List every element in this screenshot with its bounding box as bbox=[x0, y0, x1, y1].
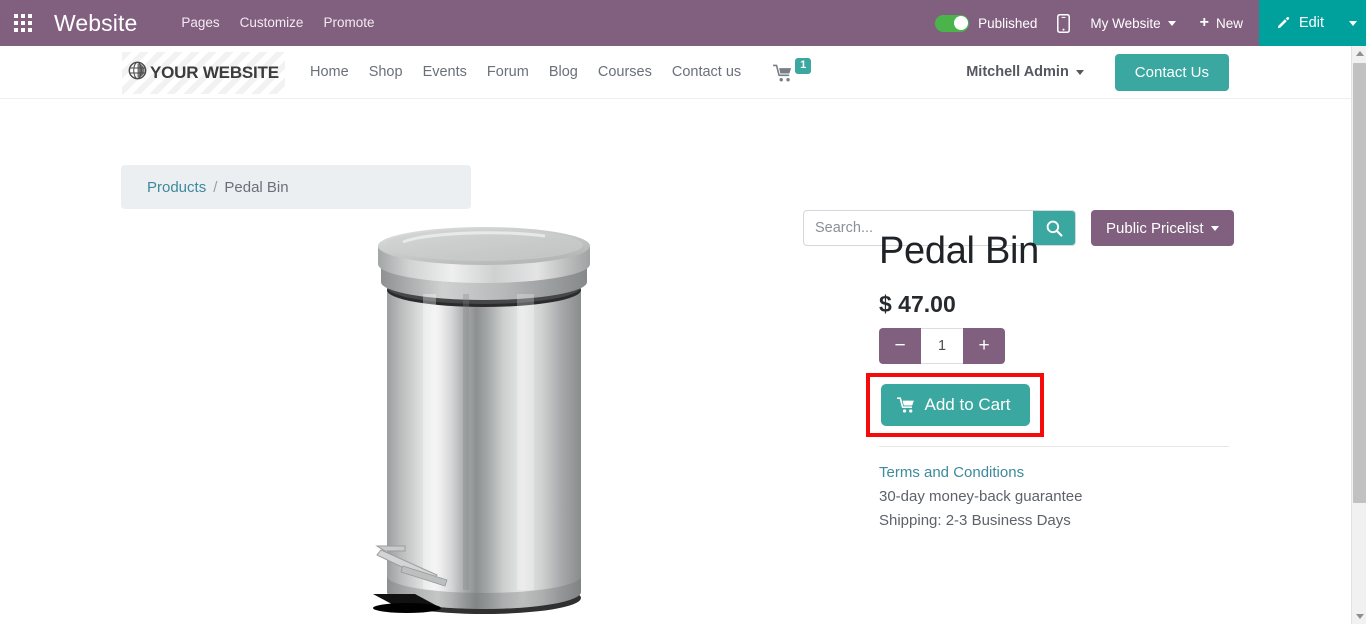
add-to-cart-highlight-box: Add to Cart bbox=[866, 373, 1044, 437]
site-main-menu: Home Shop Events Forum Blog Courses Cont… bbox=[300, 57, 812, 83]
website-preview-frame: YOUR WEBSITE Home Shop Events Forum Blog… bbox=[0, 46, 1351, 624]
shipping-info-text: Shipping: 2-3 Business Days bbox=[879, 512, 1071, 529]
nav-item-blog[interactable]: Blog bbox=[539, 64, 588, 80]
site-logo-text: YOUR WEBSITE bbox=[150, 63, 279, 82]
published-label: Published bbox=[978, 15, 1038, 31]
mobile-phone-icon bbox=[1057, 13, 1071, 33]
contact-us-button[interactable]: Contact Us bbox=[1114, 53, 1229, 91]
nav-item-events[interactable]: Events bbox=[413, 64, 477, 80]
publish-switch-icon bbox=[935, 14, 970, 32]
search-icon bbox=[1046, 220, 1063, 237]
quantity-increment-button[interactable]: + bbox=[963, 328, 1005, 364]
website-selector[interactable]: My Website bbox=[1084, 16, 1181, 31]
user-menu-label: Mitchell Admin bbox=[966, 64, 1069, 80]
navbar-right-group: Mitchell Admin Contact Us bbox=[966, 53, 1229, 91]
cart-link[interactable]: 1 bbox=[773, 57, 812, 83]
shopping-cart-icon bbox=[896, 396, 916, 414]
topbar-right-group: Published My Website + New Edit bbox=[925, 0, 1366, 46]
product-price: $ 47.00 bbox=[879, 291, 956, 317]
website-navbar: YOUR WEBSITE Home Shop Events Forum Blog… bbox=[0, 46, 1351, 99]
product-title: Pedal Bin bbox=[879, 230, 1039, 272]
edit-button[interactable]: Edit bbox=[1259, 0, 1340, 46]
product-page-body: Products / Pedal Bin Public Pricelist bbox=[0, 99, 1351, 614]
pedal-bin-illustration bbox=[373, 227, 590, 614]
scroll-up-arrow-icon[interactable] bbox=[1352, 46, 1366, 61]
edit-dropdown-toggle[interactable] bbox=[1340, 0, 1366, 46]
user-menu[interactable]: Mitchell Admin bbox=[966, 64, 1084, 80]
pencil-icon bbox=[1276, 16, 1291, 31]
money-back-guarantee-text: 30-day money-back guarantee bbox=[879, 488, 1083, 505]
plus-icon: + bbox=[1199, 14, 1209, 31]
nav-item-shop[interactable]: Shop bbox=[359, 64, 413, 80]
breadcrumb: Products / Pedal Bin bbox=[121, 165, 471, 209]
vertical-scrollbar[interactable] bbox=[1351, 46, 1366, 624]
topbar-menu-customize[interactable]: Customize bbox=[230, 0, 314, 46]
breadcrumb-separator: / bbox=[213, 178, 218, 196]
app-name-website[interactable]: Website bbox=[54, 10, 137, 37]
chevron-down-icon bbox=[1210, 225, 1219, 231]
quantity-decrement-button[interactable]: − bbox=[879, 328, 921, 364]
website-selector-label: My Website bbox=[1090, 15, 1161, 31]
shopping-cart-icon bbox=[773, 64, 792, 81]
breadcrumb-link-products[interactable]: Products bbox=[147, 179, 206, 196]
info-divider bbox=[879, 446, 1229, 447]
chevron-down-icon bbox=[1167, 20, 1176, 26]
quantity-input[interactable] bbox=[921, 328, 963, 364]
site-logo[interactable]: YOUR WEBSITE bbox=[122, 52, 285, 94]
add-to-cart-label: Add to Cart bbox=[924, 395, 1011, 414]
breadcrumb-current-page: Pedal Bin bbox=[224, 178, 289, 196]
pricelist-dropdown[interactable]: Public Pricelist bbox=[1091, 210, 1234, 246]
terms-and-conditions-link[interactable]: Terms and Conditions bbox=[879, 464, 1024, 481]
pricelist-label: Public Pricelist bbox=[1106, 219, 1204, 237]
mobile-preview-button[interactable] bbox=[1043, 13, 1084, 33]
apps-menu-button[interactable] bbox=[0, 0, 46, 46]
new-button[interactable]: + New bbox=[1182, 15, 1259, 31]
chevron-down-icon bbox=[1075, 69, 1084, 75]
topbar-menu-promote[interactable]: Promote bbox=[313, 0, 384, 46]
nav-item-forum[interactable]: Forum bbox=[477, 64, 539, 80]
nav-item-contact-us[interactable]: Contact us bbox=[662, 64, 751, 80]
scroll-down-arrow-icon[interactable] bbox=[1352, 609, 1366, 624]
publish-toggle[interactable]: Published bbox=[925, 14, 1043, 32]
odoo-top-bar: Website Pages Customize Promote Publishe… bbox=[0, 0, 1366, 46]
nav-item-home[interactable]: Home bbox=[300, 64, 359, 80]
product-image[interactable] bbox=[345, 224, 623, 624]
nav-item-courses[interactable]: Courses bbox=[588, 64, 662, 80]
scrollbar-thumb[interactable] bbox=[1353, 63, 1366, 503]
quantity-stepper: − + bbox=[879, 328, 1005, 364]
chevron-down-icon bbox=[1349, 20, 1357, 26]
add-to-cart-button[interactable]: Add to Cart bbox=[880, 384, 1030, 426]
search-button[interactable] bbox=[1033, 211, 1075, 245]
globe-icon bbox=[128, 61, 147, 85]
cart-count-badge: 1 bbox=[795, 57, 812, 74]
apps-grid-icon bbox=[14, 14, 32, 32]
new-button-label: New bbox=[1215, 15, 1243, 31]
topbar-menu-pages[interactable]: Pages bbox=[171, 0, 229, 46]
edit-button-label: Edit bbox=[1299, 15, 1324, 31]
